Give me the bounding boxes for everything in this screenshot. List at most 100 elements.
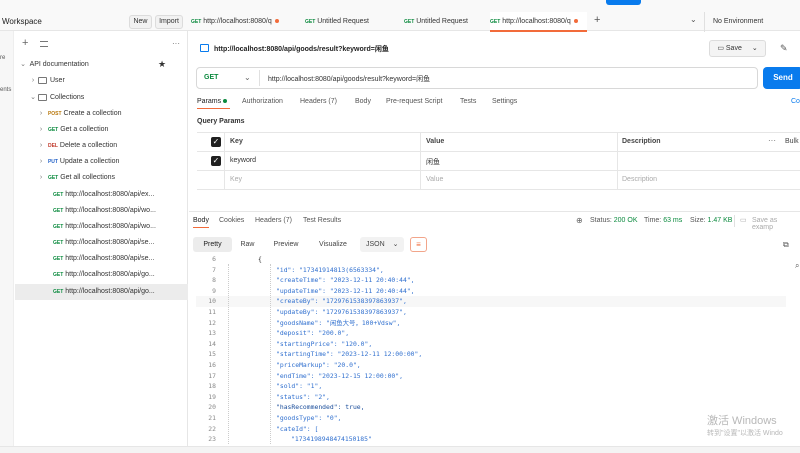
request-item[interactable]: GET http://localhost:8080/api/go... xyxy=(53,267,155,283)
tab-label: http://localhost:8080/q xyxy=(502,18,571,25)
filter-icon[interactable] xyxy=(40,41,48,47)
tab-request-active[interactable]: GET http://localhost:8080/q xyxy=(490,12,587,32)
param-value[interactable]: 闲鱼 xyxy=(426,157,440,167)
request-title[interactable]: http://localhost:8080/api/goods/result?k… xyxy=(214,44,389,54)
format-selector[interactable]: JSON ⌄ xyxy=(360,237,404,252)
key-placeholder[interactable]: Key xyxy=(230,176,242,183)
request-item[interactable]: › DEL Delete a collection xyxy=(36,138,117,154)
url-input[interactable]: http://localhost:8080/api/goods/result?k… xyxy=(268,74,430,84)
query-params-title: Query Params xyxy=(197,118,245,125)
tab-tests[interactable]: Tests xyxy=(460,98,476,105)
code-text: "hasRecommended": true, xyxy=(276,403,365,412)
view-raw[interactable]: Raw xyxy=(234,237,261,252)
method-badge: GET xyxy=(53,224,64,230)
active-dot-icon xyxy=(223,99,228,104)
request-item[interactable]: GET http://localhost:8080/api/wo... xyxy=(53,219,156,235)
wrap-lines-icon[interactable]: ≡ xyxy=(410,237,427,252)
response-tab-headers[interactable]: Headers (7) xyxy=(255,217,292,224)
indent-guide xyxy=(228,264,229,444)
tab-params[interactable]: Params xyxy=(197,98,228,105)
code-text: "1734198948474150185" xyxy=(291,435,372,444)
top-blue-button[interactable] xyxy=(606,0,641,5)
tab-headers[interactable]: Headers (7) xyxy=(300,98,337,105)
tab-settings[interactable]: Settings xyxy=(492,98,517,105)
view-visualize[interactable]: Visualize xyxy=(313,237,353,252)
code-line: 23 "1734198948474150185" xyxy=(196,434,786,444)
import-button[interactable]: Import xyxy=(155,15,183,29)
request-item-selected[interactable]: GET http://localhost:8080/api/go... xyxy=(53,284,155,300)
request-label: http://localhost:8080/api/wo... xyxy=(65,223,156,230)
folder-user[interactable]: › User xyxy=(28,73,65,89)
time-indicator[interactable]: Time: 63 ms xyxy=(644,217,682,224)
send-button[interactable]: Send xyxy=(763,67,800,89)
bulk-edit-link[interactable]: Bulk xyxy=(785,138,799,145)
tab-request-2[interactable]: GET Untitled Request xyxy=(305,12,397,32)
tab-request-1[interactable]: GET http://localhost:8080/q xyxy=(191,12,299,32)
response-body-code[interactable]: 6{ 7 "id": "17341914813(6563334", 8 "creat… xyxy=(196,254,786,444)
save-response-icon[interactable]: ▭ xyxy=(740,216,747,224)
tab-request-3[interactable]: GET Untitled Request xyxy=(404,12,486,32)
request-item[interactable]: GET http://localhost:8080/api/se... xyxy=(53,235,154,251)
code-line: 18 "sold": "1", xyxy=(196,381,786,392)
more-options-icon[interactable]: ··· xyxy=(768,136,776,145)
table-divider xyxy=(224,132,225,189)
edit-icon[interactable]: ✎ xyxy=(780,43,788,54)
description-placeholder[interactable]: Description xyxy=(622,176,657,183)
request-item[interactable]: › GET Get a collection xyxy=(36,122,109,138)
request-item[interactable]: › GET Get all collections xyxy=(36,170,115,186)
save-as-example-button[interactable]: Save as examp xyxy=(752,217,800,231)
code-text: "sold": "1", xyxy=(276,382,323,391)
line-number: 6 xyxy=(212,255,216,263)
environment-selector[interactable]: No Environment xyxy=(713,18,763,25)
tab-method: GET xyxy=(305,19,316,25)
strip-label[interactable]: re xyxy=(0,55,5,61)
request-item[interactable]: › POST Create a collection xyxy=(36,106,122,122)
collection-label: API documentation xyxy=(29,61,89,68)
tabs-chevron-down-icon[interactable]: ⌄ xyxy=(690,15,697,24)
chevron-down-icon[interactable]: ⌄ xyxy=(244,73,251,82)
active-tab-underline xyxy=(197,108,230,109)
more-options-icon[interactable]: ··· xyxy=(172,39,180,48)
tab-pre-request-script[interactable]: Pre-request Script xyxy=(386,98,442,105)
tab-label: Untitled Request xyxy=(416,18,468,25)
search-icon[interactable]: ⌕ xyxy=(795,261,799,271)
save-button[interactable]: ▭ Save ⌄ xyxy=(709,40,766,57)
new-tab-plus-icon[interactable]: + xyxy=(594,14,600,26)
response-tab-body[interactable]: Body xyxy=(193,217,209,224)
code-text: "createBy": "1729761538397863937", xyxy=(276,297,407,306)
chevron-down-icon: ⌄ xyxy=(20,61,26,68)
select-all-checkbox[interactable]: ✓ xyxy=(211,137,221,147)
size-indicator[interactable]: Size: 1.47 KB xyxy=(690,217,732,224)
tab-authorization[interactable]: Authorization xyxy=(242,98,283,105)
top-bar xyxy=(0,0,800,31)
code-line: 12 "goodsName": "闲鱼大号，100+Vdsw", xyxy=(196,318,786,329)
table-divider xyxy=(617,132,618,189)
method-badge: GET xyxy=(53,192,64,198)
param-checkbox[interactable]: ✓ xyxy=(211,156,221,166)
new-button[interactable]: New xyxy=(129,15,152,29)
response-tab-test-results[interactable]: Test Results xyxy=(303,217,341,224)
copy-icon[interactable]: ⧉ xyxy=(783,240,789,250)
request-item[interactable]: GET http://localhost:8080/api/se... xyxy=(53,251,154,267)
request-item[interactable]: GET http://localhost:8080/api/ex... xyxy=(53,187,154,203)
add-collection-plus-icon[interactable]: + xyxy=(22,37,28,49)
param-key[interactable]: keyword xyxy=(230,157,256,164)
method-selector[interactable]: GET xyxy=(204,74,218,81)
request-item[interactable]: GET http://localhost:8080/api/wo... xyxy=(53,203,156,219)
star-icon[interactable]: ★ xyxy=(158,59,166,70)
code-line: 22 "cateId": [ xyxy=(196,424,786,435)
view-preview[interactable]: Preview xyxy=(268,237,304,252)
method-badge: GET xyxy=(53,289,64,295)
request-item[interactable]: › PUT Update a collection xyxy=(36,154,120,170)
folder-collections[interactable]: ⌄ Collections xyxy=(28,90,84,106)
tab-method: GET xyxy=(404,19,415,25)
strip-label[interactable]: ents xyxy=(0,87,11,93)
code-text: "goodsName": "闲鱼大号，100+Vdsw", xyxy=(276,318,401,327)
value-placeholder[interactable]: Value xyxy=(426,176,443,183)
tab-body[interactable]: Body xyxy=(355,98,371,105)
cookies-link[interactable]: Co xyxy=(791,98,800,105)
globe-icon[interactable]: ⊕ xyxy=(576,216,583,225)
status-indicator[interactable]: Status: 200 OK xyxy=(590,217,638,224)
view-pretty[interactable]: Pretty xyxy=(193,237,232,252)
response-tab-cookies[interactable]: Cookies xyxy=(219,217,244,224)
